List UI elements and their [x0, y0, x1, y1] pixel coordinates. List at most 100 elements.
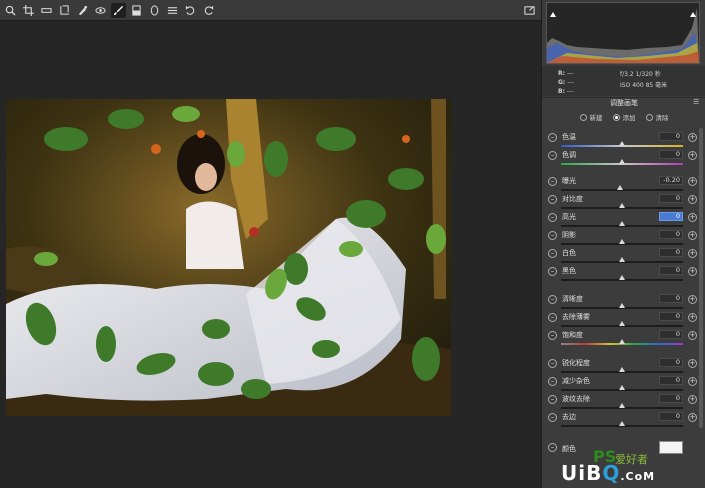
mode-option-1[interactable]: 添加: [612, 111, 636, 123]
minus-icon[interactable]: –: [548, 395, 557, 404]
plus-icon[interactable]: +: [688, 313, 697, 322]
transform-icon[interactable]: [57, 3, 72, 18]
camera-raw-window: R: --- G: --- B: --- f/3.2 1/320 秒 ISO 4…: [0, 0, 705, 488]
slider-value-field[interactable]: 0: [659, 230, 683, 239]
slider-row: – 高光 0 +: [542, 212, 705, 230]
minus-icon[interactable]: –: [548, 231, 557, 240]
slider-value-field[interactable]: 0: [659, 132, 683, 141]
slider-thumb[interactable]: [616, 185, 623, 190]
slider-value-field[interactable]: 0: [659, 394, 683, 403]
zoom-icon[interactable]: [3, 3, 18, 18]
slider-label: 去边: [562, 413, 576, 421]
plus-icon[interactable]: +: [688, 249, 697, 258]
exif-readout: f/3.2 1/320 秒 ISO 400 85 毫米: [620, 69, 667, 91]
spot-removal-icon[interactable]: [75, 3, 90, 18]
plus-icon[interactable]: +: [688, 151, 697, 160]
minus-icon[interactable]: –: [548, 213, 557, 222]
slider-value-field[interactable]: 0: [659, 312, 683, 321]
rotate-right-icon[interactable]: [201, 3, 216, 18]
mode-label: 添加: [622, 114, 636, 122]
slider-value-field[interactable]: -0.20: [659, 176, 683, 185]
slider-thumb[interactable]: [619, 239, 625, 244]
panel-scrollbar[interactable]: [699, 128, 703, 428]
minus-icon[interactable]: –: [548, 313, 557, 322]
plus-icon[interactable]: +: [688, 359, 697, 368]
minus-icon[interactable]: –: [548, 195, 557, 204]
plus-icon[interactable]: +: [688, 377, 697, 386]
minus-icon[interactable]: –: [548, 359, 557, 368]
slider-thumb[interactable]: [619, 303, 625, 308]
straighten-icon[interactable]: [39, 3, 54, 18]
slider-thumb[interactable]: [619, 403, 625, 408]
slider-thumb[interactable]: [619, 275, 625, 280]
minus-icon[interactable]: –: [548, 331, 557, 340]
slider-value-field[interactable]: 0: [659, 330, 683, 339]
slider-value-field[interactable]: 0: [659, 194, 683, 203]
rotate-left-icon[interactable]: [183, 3, 198, 18]
highlight-clipping-icon[interactable]: [689, 4, 697, 17]
plus-icon[interactable]: +: [688, 231, 697, 240]
slider-row: – 去边 0 +: [542, 412, 705, 430]
slider-thumb[interactable]: [619, 257, 625, 262]
slider-thumb[interactable]: [619, 159, 625, 164]
minus-icon[interactable]: –: [548, 151, 557, 160]
slider-thumb[interactable]: [619, 421, 625, 426]
plus-icon[interactable]: +: [688, 267, 697, 276]
slider-thumb[interactable]: [619, 385, 625, 390]
fullscreen-icon[interactable]: [522, 3, 537, 18]
slider-value-field[interactable]: 0: [659, 376, 683, 385]
plus-icon[interactable]: +: [688, 331, 697, 340]
slider-value-field[interactable]: 0: [659, 358, 683, 367]
slider-value-field[interactable]: 0: [659, 212, 683, 221]
minus-icon[interactable]: –: [548, 377, 557, 386]
plus-icon[interactable]: +: [688, 295, 697, 304]
minus-icon[interactable]: –: [548, 413, 557, 422]
slider-value-field[interactable]: 0: [659, 412, 683, 421]
slider-thumb[interactable]: [619, 321, 625, 326]
slider-value-field[interactable]: 0: [659, 294, 683, 303]
b-value: ---: [566, 88, 574, 95]
slider-value-field[interactable]: 0: [659, 266, 683, 275]
image-canvas[interactable]: [0, 21, 541, 488]
slider-thumb[interactable]: [619, 203, 625, 208]
panel-menu-icon[interactable]: ☰: [693, 99, 701, 106]
slider-row: – 色调 0 +: [542, 150, 705, 168]
mode-radio-icon[interactable]: [579, 113, 587, 121]
plus-icon[interactable]: +: [688, 195, 697, 204]
list-icon[interactable]: [165, 3, 180, 18]
radial-filter-icon[interactable]: [147, 3, 162, 18]
plus-icon[interactable]: +: [688, 133, 697, 142]
plus-icon[interactable]: +: [688, 395, 697, 404]
slider-value-field[interactable]: 0: [659, 150, 683, 159]
mode-option-2[interactable]: 清除: [645, 111, 669, 123]
crop-icon[interactable]: [21, 3, 36, 18]
minus-icon[interactable]: –: [548, 295, 557, 304]
photo-preview[interactable]: [6, 99, 451, 416]
adjustment-brush-icon[interactable]: [111, 2, 126, 18]
minus-icon[interactable]: –: [548, 177, 557, 186]
toolbar: [0, 0, 541, 21]
histogram: [546, 2, 700, 64]
mode-radio-icon[interactable]: [645, 113, 653, 121]
slider-value-field[interactable]: 0: [659, 248, 683, 257]
minus-icon[interactable]: –: [548, 133, 557, 142]
minus-icon[interactable]: –: [548, 267, 557, 276]
slider-row: – 黑色 0 +: [542, 266, 705, 284]
slider-thumb[interactable]: [619, 221, 625, 226]
slider-thumb[interactable]: [619, 367, 625, 372]
slider-thumb[interactable]: [619, 339, 625, 344]
slider-thumb[interactable]: [619, 141, 625, 146]
plus-icon[interactable]: +: [688, 177, 697, 186]
plus-icon[interactable]: +: [688, 413, 697, 422]
slider-label: 清晰度: [562, 295, 583, 303]
plus-icon[interactable]: +: [688, 213, 697, 222]
mode-option-0[interactable]: 新建: [579, 111, 603, 123]
g-value: ---: [567, 79, 574, 86]
shadow-clipping-icon[interactable]: [549, 4, 557, 17]
minus-icon[interactable]: –: [548, 249, 557, 258]
red-eye-icon[interactable]: [93, 3, 108, 18]
graduated-filter-icon[interactable]: [129, 3, 144, 18]
watermark-brand: UiBQ.CoM: [561, 461, 655, 485]
mode-radio-icon[interactable]: [612, 113, 620, 121]
b-label: B:: [558, 88, 565, 95]
